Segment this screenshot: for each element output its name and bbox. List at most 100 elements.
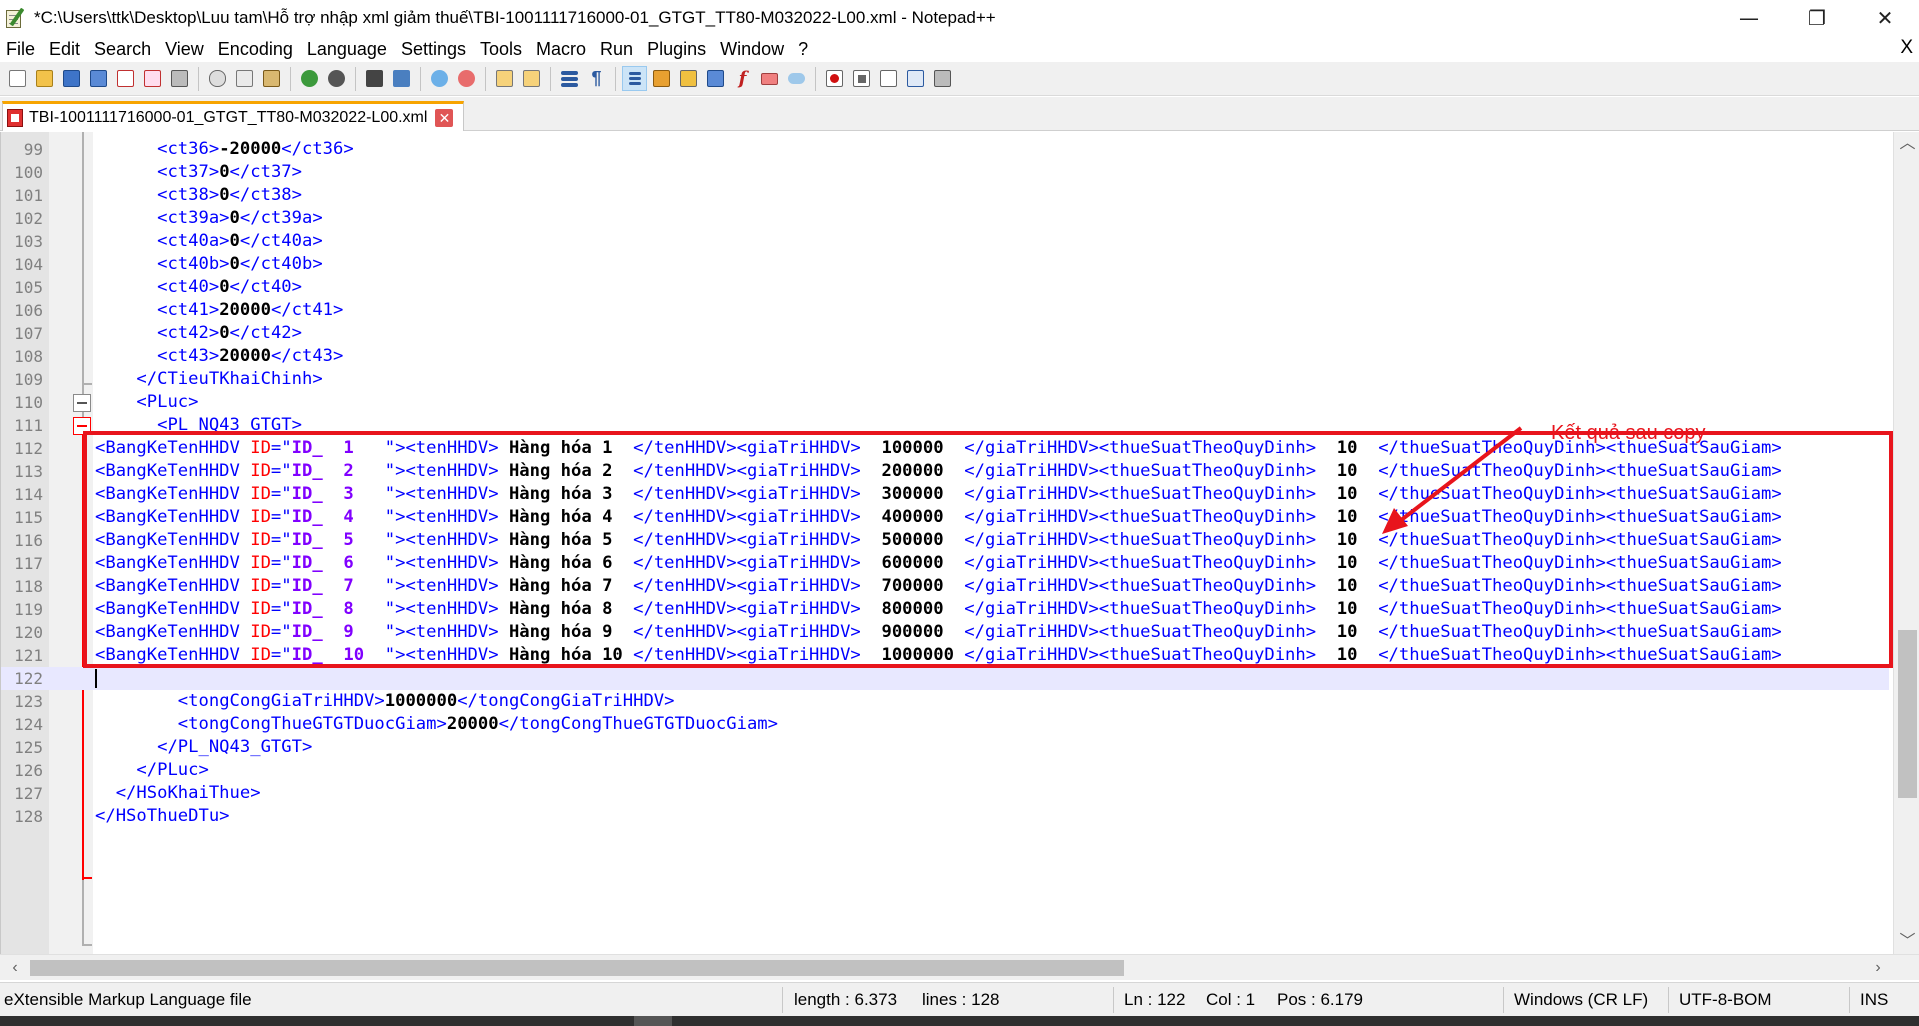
code-text: <ct40a>0</ct40a> — [95, 230, 323, 253]
menu-window[interactable]: Window — [713, 39, 791, 60]
menu-help[interactable]: ? — [791, 39, 815, 60]
code-line[interactable]: 100 <ct37>0</ct37> — [1, 161, 1889, 184]
scroll-left-arrow-icon[interactable]: ‹ — [2, 955, 28, 981]
code-line[interactable]: 128 </HSoThueDTu> — [1, 805, 1889, 828]
status-eol[interactable]: Windows (CR LF) — [1514, 983, 1648, 1017]
restore-button[interactable]: ❐ — [1783, 0, 1851, 36]
doc-list-icon[interactable] — [704, 67, 727, 90]
zoom-in-icon[interactable] — [428, 67, 451, 90]
code-line[interactable]: 125 </PL_NQ43_GTGT> — [1, 736, 1889, 759]
code-line[interactable]: 126 </PLuc> — [1, 759, 1889, 782]
code-line[interactable]: 110 <PLuc> — [1, 391, 1889, 414]
tab-xml-file[interactable]: TBI-1001111716000-01_GTGT_TT80-M032022-L… — [2, 101, 464, 131]
find-icon[interactable] — [363, 67, 386, 90]
line-number: 124 — [14, 715, 43, 734]
code-editor[interactable]: 99 <ct36>-20000</ct36> 100 <ct37>0</ct37>… — [0, 132, 1919, 954]
horizontal-scrollbar[interactable]: ‹ › — [0, 954, 1919, 980]
menu-plugins[interactable]: Plugins — [640, 39, 713, 60]
close-document-button[interactable]: X — [1900, 37, 1913, 59]
close-icon[interactable] — [114, 67, 137, 90]
minimize-button[interactable]: — — [1715, 0, 1783, 36]
user-language-icon[interactable] — [650, 67, 673, 90]
menu-file[interactable]: File — [0, 39, 42, 60]
menu-search[interactable]: Search — [87, 39, 158, 60]
code-line[interactable]: 109 </CTieuTKhaiChinh> — [1, 368, 1889, 391]
monitoring-icon[interactable] — [785, 67, 808, 90]
play-macro-icon[interactable] — [877, 67, 900, 90]
code-line[interactable]: 103 <ct40a>0</ct40a> — [1, 230, 1889, 253]
menu-language[interactable]: Language — [300, 39, 394, 60]
code-line[interactable]: 105 <ct40>0</ct40> — [1, 276, 1889, 299]
close-window-button[interactable]: ✕ — [1851, 0, 1919, 36]
cut-icon[interactable] — [206, 67, 229, 90]
replace-icon[interactable] — [390, 67, 413, 90]
horizontal-scroll-thumb[interactable] — [30, 960, 1124, 976]
menu-macro[interactable]: Macro — [529, 39, 593, 60]
redo-icon[interactable] — [325, 67, 348, 90]
print-icon[interactable] — [168, 67, 191, 90]
scroll-down-arrow-icon[interactable]: ﹀ — [1894, 930, 1919, 954]
xml-tag: </ct40b> — [239, 254, 323, 274]
menu-run[interactable]: Run — [593, 39, 640, 60]
sync-horizontal-icon[interactable] — [520, 67, 543, 90]
status-insert-mode[interactable]: INS — [1860, 983, 1888, 1017]
code-line[interactable]: 102 <ct39a>0</ct39a> — [1, 207, 1889, 230]
run-macro-multiple-icon[interactable] — [904, 67, 927, 90]
code-line[interactable]: 124 <tongCongThueGTGTDuocGiam>20000</ton… — [1, 713, 1889, 736]
xml-text: 20000 — [219, 300, 271, 320]
code-line[interactable]: 122 — [1, 667, 1889, 690]
xml-tag: <ct36> — [157, 139, 220, 159]
menu-edit[interactable]: Edit — [42, 39, 87, 60]
record-macro-icon[interactable] — [823, 67, 846, 90]
tab-label: TBI-1001111716000-01_GTGT_TT80-M032022-L… — [29, 108, 428, 126]
code-line[interactable]: 123 <tongCongGiaTriHHDV>1000000</tongCon… — [1, 690, 1889, 713]
save-macro-icon[interactable] — [931, 67, 954, 90]
code-line[interactable]: 99 <ct36>-20000</ct36> — [1, 138, 1889, 161]
indent-guide-icon[interactable] — [622, 66, 647, 91]
line-number: 116 — [14, 531, 43, 550]
vertical-scrollbar[interactable]: ︿ ﹀ — [1893, 132, 1919, 954]
save-icon[interactable] — [60, 67, 83, 90]
status-separator — [1668, 987, 1669, 1013]
function-list-icon[interactable]: f — [731, 67, 754, 90]
code-line[interactable]: 106 <ct41>20000</ct41> — [1, 299, 1889, 322]
xml-tag: </HSoThueDTu> — [95, 806, 230, 826]
zoom-out-icon[interactable] — [455, 67, 478, 90]
code-text: <ct40b>0</ct40b> — [95, 253, 323, 276]
code-line[interactable]: 107 <ct42>0</ct42> — [1, 322, 1889, 345]
code-line[interactable]: 108 <ct43>20000</ct43> — [1, 345, 1889, 368]
status-encoding[interactable]: UTF-8-BOM — [1679, 983, 1772, 1017]
menu-encoding[interactable]: Encoding — [211, 39, 300, 60]
sync-vertical-icon[interactable] — [493, 67, 516, 90]
copy-icon[interactable] — [233, 67, 256, 90]
close-all-icon[interactable] — [141, 67, 164, 90]
folder-workspace-icon[interactable] — [758, 67, 781, 90]
stop-record-icon[interactable] — [850, 67, 873, 90]
fold-end — [82, 944, 92, 946]
new-file-icon[interactable] — [6, 67, 29, 90]
vertical-scroll-thumb[interactable] — [1898, 630, 1917, 798]
open-file-icon[interactable] — [33, 67, 56, 90]
undo-icon[interactable] — [298, 67, 321, 90]
scroll-right-arrow-icon[interactable]: › — [1865, 955, 1891, 981]
show-all-chars-icon[interactable]: ¶ — [585, 67, 608, 90]
code-text: </PLuc> — [95, 759, 208, 782]
menu-view[interactable]: View — [158, 39, 211, 60]
paste-icon[interactable] — [260, 67, 283, 90]
doc-map-icon[interactable] — [677, 67, 700, 90]
word-wrap-icon[interactable] — [558, 67, 581, 90]
tab-close-button[interactable]: ✕ — [435, 108, 454, 127]
code-line[interactable]: 127 </HSoKhaiThue> — [1, 782, 1889, 805]
code-line[interactable]: 104 <ct40b>0</ct40b> — [1, 253, 1889, 276]
code-text: <tongCongThueGTGTDuocGiam>20000</tongCon… — [95, 713, 778, 736]
toolbar-separator — [355, 66, 356, 91]
menu-settings[interactable]: Settings — [394, 39, 473, 60]
scroll-up-arrow-icon[interactable]: ︿ — [1894, 132, 1919, 156]
menu-tools[interactable]: Tools — [473, 39, 529, 60]
code-line[interactable]: 101 <ct38>0</ct38> — [1, 184, 1889, 207]
save-all-icon[interactable] — [87, 67, 110, 90]
